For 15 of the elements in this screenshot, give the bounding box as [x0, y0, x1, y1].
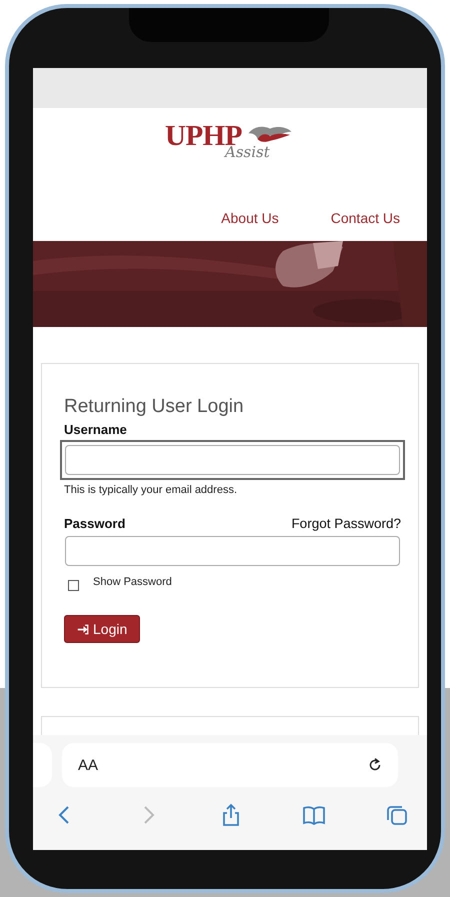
hint-text: This is typically your email address.: [64, 484, 238, 496]
address-bar[interactable]: AA: [62, 743, 398, 787]
field-label: Password: [64, 516, 126, 531]
login-heading: Returning User Login: [64, 396, 245, 418]
forgot-password-link[interactable]: Forgot Password?: [291, 516, 401, 531]
sign-in-icon: [77, 622, 90, 636]
nav-link[interactable]: Contact Us: [330, 210, 400, 226]
checkbox[interactable]: [68, 580, 79, 591]
nav-link[interactable]: About Us: [221, 210, 279, 226]
checkbox-label: Show Password: [93, 576, 172, 588]
field-label: Username: [64, 422, 127, 437]
text-size-button[interactable]: AA: [78, 756, 98, 774]
tabs-icon[interactable]: [385, 803, 409, 827]
login-button[interactable]: Login: [64, 615, 140, 643]
username-field[interactable]: [60, 440, 405, 480]
